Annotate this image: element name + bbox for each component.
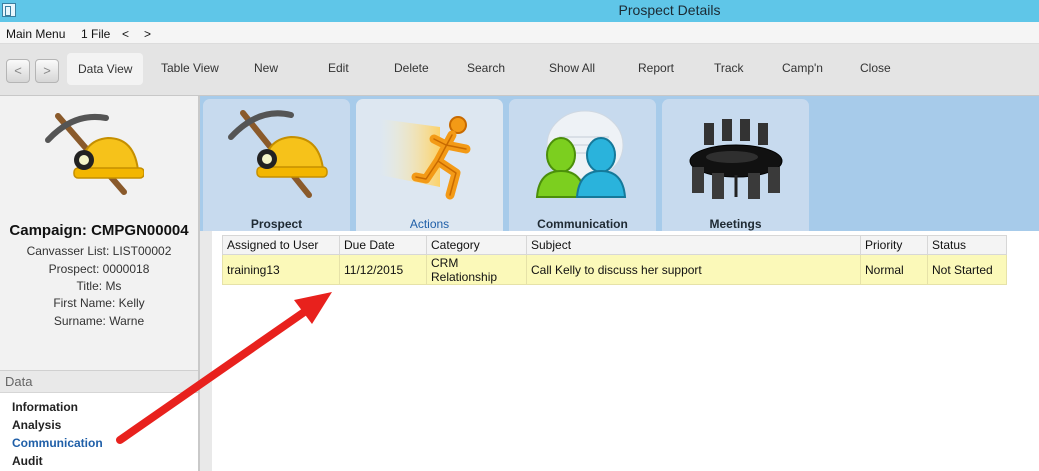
tab-prospect-label: Prospect [250,217,303,231]
cell-category[interactable]: CRM Relationship [426,254,527,285]
table-view-button[interactable]: Table View [161,61,219,75]
delete-button[interactable]: Delete [394,61,429,75]
annotation-arrow-icon [116,292,332,444]
main-menu[interactable]: Main Menu [6,27,65,41]
forward-button[interactable]: > [35,59,59,83]
tab-meetings[interactable]: Meetings [662,99,809,231]
grid-header-row: Assigned to User Due Date Category Subje… [222,235,1007,255]
people-talking-icon [535,110,627,198]
show-all-button[interactable]: Show All [549,61,595,75]
tab-strip: Prospect Actions Communication Meetings [200,96,1039,231]
cell-subject[interactable]: Call Kelly to discuss her support [526,254,861,285]
campaign-button[interactable]: Camp'n [782,61,823,75]
prospect-number: Prospect: 0000018 [48,262,150,276]
tab-communication-label: Communication [537,217,628,231]
cell-category-text: CRM Relationship [431,256,498,284]
edit-button[interactable]: Edit [328,61,349,75]
close-button[interactable]: Close [860,61,891,75]
menu-prev-chevron-icon[interactable]: < [122,27,129,41]
track-button[interactable]: Track [714,61,744,75]
cell-priority[interactable]: Normal [860,254,928,285]
meeting-table-icon [689,119,783,199]
column-header-subject[interactable]: Subject [526,235,861,255]
menu-bar: Main Menu 1 File < > [0,22,1039,44]
miner-helmet-icon [228,110,328,198]
tab-actions-label: Actions [409,217,450,231]
tab-communication[interactable]: Communication [509,99,656,231]
column-header-priority[interactable]: Priority [860,235,928,255]
sidebar-item-analysis[interactable]: Analysis [12,418,61,432]
column-header-category[interactable]: Category [426,235,527,255]
cell-due-date[interactable]: 11/12/2015 [339,254,427,285]
toolbar: < > Data View Table View New Edit Delete… [0,44,1039,96]
file-menu[interactable]: 1 File [81,27,110,41]
sidebar-item-communication[interactable]: Communication [12,436,103,450]
search-button[interactable]: Search [467,61,505,75]
campaign-title: Campaign: CMPGN00004 [9,222,189,239]
column-header-assigned-to-user[interactable]: Assigned to User [222,235,340,255]
column-header-status[interactable]: Status [927,235,1007,255]
cell-status[interactable]: Not Started [927,254,1007,285]
window-title: Prospect Details [618,2,721,18]
new-button[interactable]: New [254,61,278,75]
report-button[interactable]: Report [638,61,674,75]
tab-actions[interactable]: Actions [356,99,503,231]
canvasser-list: Canvasser List: LIST00002 [26,244,172,258]
title-bar: Prospect Details [0,0,1039,22]
column-header-due-date[interactable]: Due Date [339,235,427,255]
actions-grid: Assigned to User Due Date Category Subje… [222,235,1007,285]
tab-meetings-label: Meetings [709,217,762,231]
miner-helmet-icon [45,113,144,195]
data-view-button[interactable]: Data View [67,53,144,85]
tab-prospect[interactable]: Prospect [203,99,350,231]
sidebar-item-information[interactable]: Information [12,400,78,414]
menu-next-chevron-icon[interactable]: > [144,27,151,41]
sidebar-item-audit[interactable]: Audit [12,454,43,468]
running-man-icon [380,116,471,200]
back-button[interactable]: < [6,59,30,83]
